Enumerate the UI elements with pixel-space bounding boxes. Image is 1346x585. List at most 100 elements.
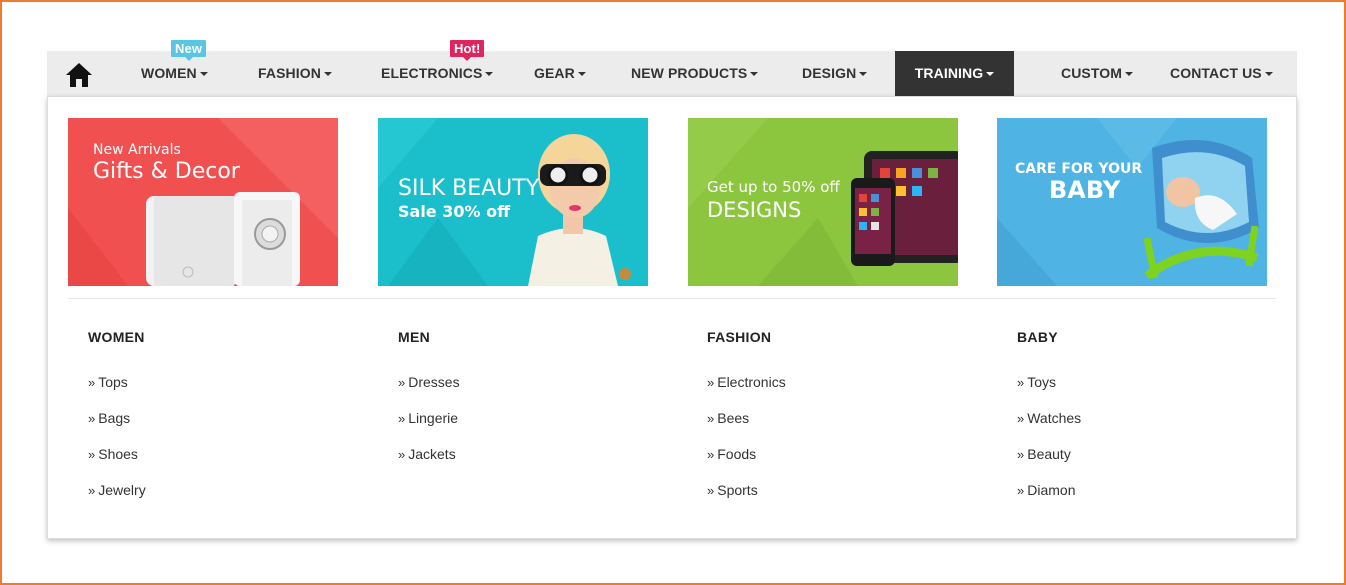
nav-custom-label: CUSTOM xyxy=(1061,65,1123,81)
column-men: MEN » Dresses » Lingerie » Jackets xyxy=(398,327,678,481)
list-item[interactable]: » Toys xyxy=(1017,373,1297,409)
banner-baby-line1: CARE FOR YOUR xyxy=(1015,161,1143,177)
list-item[interactable]: » Bags xyxy=(88,409,368,445)
link-label: Tops xyxy=(98,374,128,390)
double-chevron-right-icon: » xyxy=(707,411,715,426)
link-list: » Electronics » Bees » Foods » Sports xyxy=(707,373,987,517)
link-label: Diamon xyxy=(1027,482,1076,498)
double-chevron-right-icon: » xyxy=(1017,411,1025,426)
banner-designs-line2: DESIGNS xyxy=(707,198,802,222)
link-label: Bees xyxy=(717,410,750,426)
mega-menu-panel: New Arrivals Gifts & Decor SILK BEAUTY S… xyxy=(47,96,1297,539)
chevron-down-icon xyxy=(1125,72,1134,76)
link-label: Foods xyxy=(717,446,757,462)
double-chevron-right-icon: » xyxy=(1017,483,1025,498)
list-item[interactable]: » Sports xyxy=(707,481,987,517)
banner-baby-art xyxy=(997,118,1259,286)
link-label: Bags xyxy=(98,410,131,426)
double-chevron-right-icon: » xyxy=(398,411,406,426)
nav-women-label: WOMEN xyxy=(141,65,197,81)
column-title: MEN xyxy=(398,329,431,345)
chevron-down-icon xyxy=(1264,72,1273,76)
list-item[interactable]: » Shoes xyxy=(88,445,368,481)
nav-custom[interactable]: CUSTOM xyxy=(1061,51,1134,96)
chevron-down-icon xyxy=(859,72,868,76)
new-badge: New xyxy=(171,40,207,61)
column-title: BABY xyxy=(1017,329,1058,345)
banner-designs-line1: Get up to 50% off xyxy=(707,178,840,196)
list-item[interactable]: » Dresses xyxy=(398,373,678,409)
banner-gifts-decor-line1: New Arrivals xyxy=(93,142,181,158)
chevron-down-icon xyxy=(485,72,494,76)
link-label: Electronics xyxy=(717,374,786,390)
double-chevron-right-icon: » xyxy=(707,447,715,462)
list-item[interactable]: » Tops xyxy=(88,373,368,409)
column-title: WOMEN xyxy=(88,329,145,345)
nav-gear[interactable]: GEAR xyxy=(534,51,586,96)
banner-baby[interactable]: CARE FOR YOUR BABY xyxy=(997,118,1267,286)
list-item[interactable]: » Lingerie xyxy=(398,409,678,445)
nav-new-products-label: NEW PRODUCTS xyxy=(631,65,748,81)
nav-training[interactable]: TRAINING xyxy=(895,51,1014,96)
chevron-down-icon xyxy=(323,72,332,76)
link-label: Shoes xyxy=(98,446,138,462)
nav-contact-us-label: CONTACT US xyxy=(1170,65,1262,81)
list-item[interactable]: » Jackets xyxy=(398,445,678,481)
banner-gifts-decor[interactable]: New Arrivals Gifts & Decor xyxy=(68,118,338,286)
list-item[interactable]: » Electronics xyxy=(707,373,987,409)
link-label: Beauty xyxy=(1027,446,1071,462)
list-item[interactable]: » Jewelry xyxy=(88,481,368,517)
link-label: Jewelry xyxy=(98,482,146,498)
banner-baby-line2: BABY xyxy=(1049,176,1121,204)
list-item[interactable]: » Bees xyxy=(707,409,987,445)
link-list: » Tops » Bags » Shoes » Jewelry xyxy=(88,373,368,517)
double-chevron-right-icon: » xyxy=(88,483,96,498)
nav-contact-us[interactable]: CONTACT US xyxy=(1170,51,1273,96)
link-label: Toys xyxy=(1027,374,1057,390)
link-list: » Toys » Watches » Beauty » Diamon xyxy=(1017,373,1297,517)
link-label: Jackets xyxy=(408,446,456,462)
banner-silk-beauty-line1: SILK BEAUTY xyxy=(398,176,540,201)
chevron-down-icon xyxy=(986,72,995,76)
link-label: Dresses xyxy=(408,374,460,390)
nav-gear-label: GEAR xyxy=(534,65,575,81)
column-fashion: FASHION » Electronics » Bees » Foods » Sport… xyxy=(707,327,987,517)
nav-training-label: TRAINING xyxy=(914,65,984,81)
section-divider xyxy=(68,298,1276,299)
double-chevron-right-icon: » xyxy=(707,483,715,498)
list-item[interactable]: » Diamon xyxy=(1017,481,1297,517)
banner-designs[interactable]: Get up to 50% off DESIGNS xyxy=(688,118,958,286)
chevron-down-icon xyxy=(199,72,208,76)
link-label: Watches xyxy=(1027,410,1082,426)
home-icon[interactable] xyxy=(65,62,93,88)
column-baby: BABY » Toys » Watches » Beauty » Diamon xyxy=(1017,327,1297,517)
double-chevron-right-icon: » xyxy=(88,447,96,462)
double-chevron-right-icon: » xyxy=(1017,375,1025,390)
nav-fashion[interactable]: FASHION xyxy=(258,51,332,96)
column-women: WOMEN » Tops » Bags » Shoes » Jewelry xyxy=(88,327,368,517)
double-chevron-right-icon: » xyxy=(707,375,715,390)
double-chevron-right-icon: » xyxy=(88,375,96,390)
banner-silk-beauty[interactable]: SILK BEAUTY Sale 30% off xyxy=(378,118,648,286)
list-item[interactable]: » Watches xyxy=(1017,409,1297,445)
list-item[interactable]: » Foods xyxy=(707,445,987,481)
banner-gifts-decor-line2: Gifts & Decor xyxy=(93,159,240,184)
nav-women[interactable]: WOMEN New xyxy=(141,40,208,96)
nav-fashion-label: FASHION xyxy=(258,65,321,81)
nav-design-label: DESIGN xyxy=(802,65,857,81)
column-title: FASHION xyxy=(707,329,772,345)
double-chevron-right-icon: » xyxy=(398,447,406,462)
double-chevron-right-icon: » xyxy=(398,375,406,390)
nav-electronics-label: ELECTRONICS xyxy=(381,65,483,81)
nav-new-products[interactable]: NEW PRODUCTS xyxy=(631,51,759,96)
banner-silk-beauty-line2: Sale 30% off xyxy=(398,202,511,221)
chevron-down-icon xyxy=(750,72,759,76)
nav-electronics[interactable]: ELECTRONICS Hot! xyxy=(381,40,494,96)
list-item[interactable]: » Beauty xyxy=(1017,445,1297,481)
hot-badge: Hot! xyxy=(450,40,485,61)
double-chevron-right-icon: » xyxy=(88,411,96,426)
nav-design[interactable]: DESIGN xyxy=(802,51,868,96)
double-chevron-right-icon: » xyxy=(1017,447,1025,462)
link-label: Lingerie xyxy=(408,410,459,426)
main-navbar: WOMEN New FASHION ELECTRONICS Hot! GEAR … xyxy=(47,40,1297,96)
